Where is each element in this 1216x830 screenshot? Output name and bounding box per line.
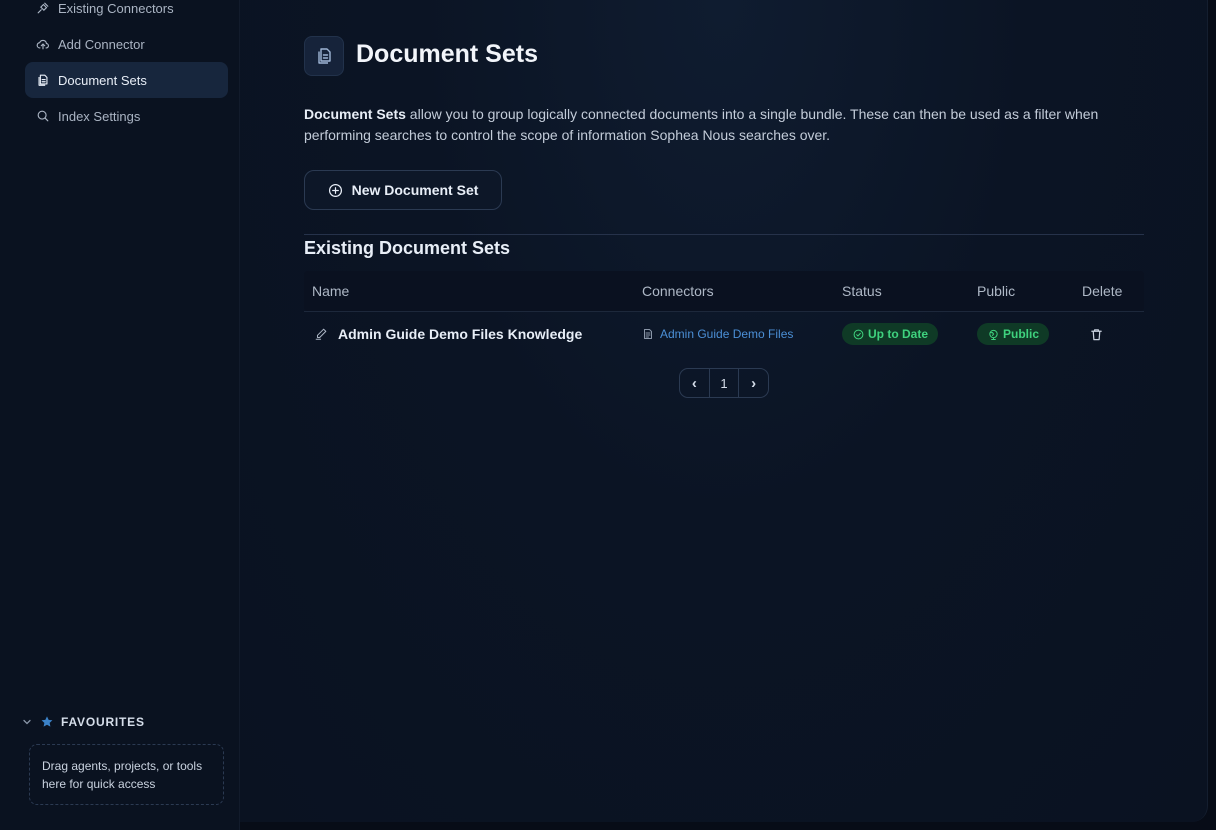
check-circle-icon — [853, 329, 864, 339]
trash-icon — [1091, 328, 1102, 340]
table-header: Name Connectors Status Public Delete — [304, 271, 1144, 311]
globe-icon — [989, 329, 998, 340]
status-cell: Up to Date — [842, 312, 938, 356]
edit-icon — [315, 328, 327, 340]
sidebar-item-label: Index Settings — [58, 108, 141, 124]
plus-circle-icon — [328, 183, 342, 197]
connector-name: Admin Guide Demo Files — [660, 327, 794, 341]
document-set-name-text: Admin Guide Demo Files Knowledge — [338, 326, 583, 342]
sidebar-item-add-connector[interactable]: Add Connector — [25, 26, 228, 62]
chevron-down-icon — [23, 719, 31, 725]
favourites-header[interactable]: FAVOURITES — [22, 712, 145, 732]
column-header-status: Status — [842, 283, 882, 299]
file-icon — [644, 329, 652, 339]
sidebar: Existing Connectors Add Connector Docume… — [0, 0, 240, 830]
column-header-name: Name — [312, 283, 350, 299]
delete-button[interactable] — [1089, 312, 1104, 356]
next-page-button[interactable]: › — [739, 369, 768, 397]
main-content: Document Sets Document Sets allow you to… — [240, 0, 1208, 822]
sidebar-item-index-settings[interactable]: Index Settings — [25, 98, 228, 134]
status-text: Up to Date — [868, 327, 928, 341]
sidebar-item-document-sets[interactable]: Document Sets — [25, 62, 228, 98]
public-badge: Public — [977, 323, 1050, 345]
section-title: Existing Document Sets — [304, 238, 511, 258]
column-header-connectors: Connectors — [642, 283, 714, 299]
description-text: allow you to group logically connected d… — [304, 106, 1099, 143]
connector-link[interactable]: Admin Guide Demo Files — [642, 312, 793, 356]
status-badge: Up to Date — [842, 323, 938, 345]
page-number-button[interactable]: 1 — [708, 369, 740, 397]
column-header-public: Public — [977, 283, 1016, 299]
section-divider — [304, 234, 1144, 235]
document-set-name[interactable]: Admin Guide Demo Files Knowledge — [314, 312, 582, 356]
page-description: Document Sets allow you to group logical… — [304, 104, 1124, 146]
column-header-delete: Delete — [1082, 283, 1123, 299]
window-bottom-edge — [240, 822, 1216, 830]
new-document-set-label: New Document Set — [351, 182, 479, 198]
plug-icon — [37, 2, 49, 14]
description-bold: Document Sets — [304, 106, 406, 122]
sidebar-item-existing-connectors[interactable]: Existing Connectors — [25, 0, 228, 26]
sidebar-item-label: Add Connector — [58, 36, 145, 52]
favourites-hint: Drag agents, projects, or tools here for… — [42, 759, 203, 791]
favourites-dropzone[interactable]: Drag agents, projects, or tools here for… — [29, 744, 224, 805]
public-cell: Public — [977, 312, 1050, 356]
sidebar-item-label: Existing Connectors — [58, 0, 174, 16]
favourites-title: FAVOURITES — [61, 715, 145, 729]
new-document-set-button[interactable]: New Document Set — [304, 170, 502, 210]
sidebar-item-label: Document Sets — [58, 72, 147, 88]
public-text: Public — [1003, 327, 1040, 341]
prev-page-button[interactable]: ‹ — [680, 369, 709, 397]
pagination: ‹ 1 › — [679, 368, 769, 398]
star-icon — [41, 716, 53, 727]
cloud-upload-icon — [36, 39, 49, 50]
table-row: Admin Guide Demo Files Knowledge Admin G… — [304, 312, 1144, 356]
page-title: Document Sets — [356, 40, 538, 68]
documents-icon — [38, 74, 48, 86]
page-title-icon — [304, 36, 344, 76]
documents-icon — [318, 48, 331, 64]
search-icon — [37, 110, 49, 122]
